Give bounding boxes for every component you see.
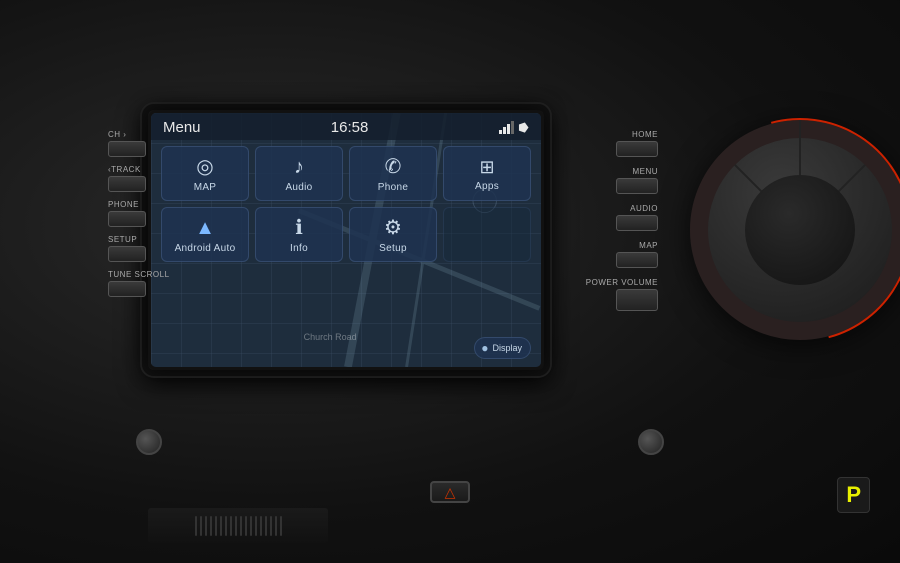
apps-icon: ⊞ bbox=[479, 158, 494, 176]
map-peek-area bbox=[443, 207, 531, 262]
right-btn-menu[interactable]: MENU bbox=[586, 167, 658, 194]
screen-header: Menu 16:58 ⭓ bbox=[151, 113, 541, 140]
left-btn-phone[interactable]: PHONE bbox=[108, 200, 170, 227]
setup-icon: ⚙ bbox=[384, 218, 402, 238]
steering-wheel-stitching bbox=[647, 77, 900, 383]
android-auto-icon: ▲ bbox=[195, 218, 215, 238]
bluetooth-icon: ⭓ bbox=[519, 121, 529, 135]
road-name: Church Road bbox=[304, 327, 357, 345]
menu-item-phone[interactable]: ✆ Phone bbox=[349, 146, 437, 201]
right-btn-map[interactable]: MAP bbox=[586, 241, 658, 268]
left-btn-track[interactable]: ‹TRACK bbox=[108, 165, 170, 192]
info-icon: ℹ bbox=[295, 218, 303, 238]
left-btn-ch[interactable]: CH › bbox=[108, 130, 170, 157]
right-button-panel: HOME MENU AUDIO MAP POWER VOLUME bbox=[586, 130, 658, 311]
menu-item-map[interactable]: ◎ MAP bbox=[161, 146, 249, 201]
map-icon: ◎ bbox=[196, 157, 213, 177]
menu-grid-row1: ◎ MAP ♪ Audio ✆ Phone ⊞ Apps bbox=[151, 140, 541, 207]
audio-icon: ♪ bbox=[294, 157, 304, 177]
android-auto-label: Android Auto bbox=[175, 243, 236, 254]
air-vent bbox=[148, 508, 328, 543]
display-button-label: Display bbox=[492, 343, 522, 353]
phone-icon: ✆ bbox=[385, 157, 402, 177]
map-label: MAP bbox=[194, 182, 217, 193]
left-btn-tune-scroll[interactable]: TUNE SCROLL bbox=[108, 270, 170, 297]
display-button-icon: ● bbox=[481, 341, 488, 355]
menu-grid-row2: ▲ Android Auto ℹ Info ⚙ Setup bbox=[151, 207, 541, 268]
steering-wheel bbox=[660, 60, 900, 460]
left-button-panel: CH › ‹TRACK PHONE SETUP TUNE SCROLL bbox=[108, 130, 170, 297]
status-icons: ⭓ bbox=[499, 121, 529, 135]
left-btn-setup[interactable]: SETUP bbox=[108, 235, 170, 262]
display-button[interactable]: ● Display bbox=[474, 337, 531, 359]
signal-strength-icon bbox=[499, 121, 514, 134]
left-rotary-knob[interactable] bbox=[136, 429, 162, 455]
info-label: Info bbox=[290, 243, 308, 254]
audio-label: Audio bbox=[285, 182, 312, 193]
right-btn-home[interactable]: HOME bbox=[586, 130, 658, 157]
menu-item-audio[interactable]: ♪ Audio bbox=[255, 146, 343, 201]
menu-item-android-auto[interactable]: ▲ Android Auto bbox=[161, 207, 249, 262]
menu-item-apps[interactable]: ⊞ Apps bbox=[443, 146, 531, 201]
hazard-button[interactable]: △ bbox=[430, 481, 470, 503]
menu-item-info[interactable]: ℹ Info bbox=[255, 207, 343, 262]
clock-display: 16:58 bbox=[331, 119, 369, 136]
hazard-icon: △ bbox=[445, 484, 456, 501]
phone-label: Phone bbox=[378, 182, 408, 193]
menu-item-setup[interactable]: ⚙ Setup bbox=[349, 207, 437, 262]
instrument-cluster: P bbox=[837, 477, 870, 513]
apps-label: Apps bbox=[475, 181, 499, 192]
right-btn-audio[interactable]: AUDIO bbox=[586, 204, 658, 231]
hazard-button-area[interactable]: △ bbox=[430, 481, 470, 503]
gear-indicator: P bbox=[837, 477, 870, 513]
setup-label: Setup bbox=[379, 243, 407, 254]
right-btn-power-volume[interactable]: POWER VOLUME bbox=[586, 278, 658, 311]
infotainment-screen: Menu 16:58 ⭓ ◎ MAP ♪ Audio ✆ Phone ⊞ bbox=[148, 110, 544, 370]
right-rotary-knob[interactable] bbox=[638, 429, 664, 455]
